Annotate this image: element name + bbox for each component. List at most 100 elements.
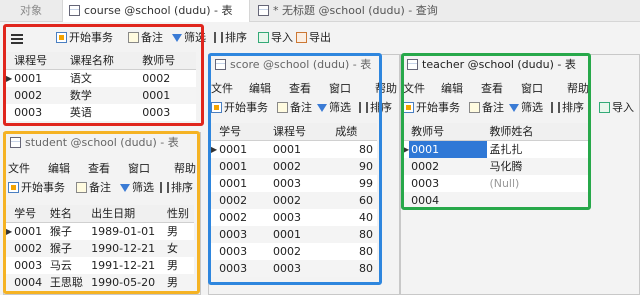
column-header[interactable]: 学号	[217, 123, 271, 141]
sort-button[interactable]: 排序	[359, 99, 392, 117]
column-header[interactable]: 成绩	[333, 123, 377, 141]
cell[interactable]: 0003	[12, 257, 48, 274]
cell[interactable]: 0001	[217, 175, 271, 192]
tab-objects[interactable]: 对象	[0, 0, 62, 22]
cell[interactable]: 0003	[271, 209, 333, 226]
filter-button[interactable]: 筛选	[172, 29, 206, 47]
cell[interactable]: 0003	[270, 260, 334, 277]
cell[interactable]: 0002	[217, 192, 271, 209]
menu-view[interactable]: 查看	[481, 81, 503, 97]
filter-button[interactable]: 筛选	[317, 99, 351, 117]
cell[interactable]: 男	[165, 257, 194, 274]
cell[interactable]: 语文	[68, 70, 140, 88]
menu-help[interactable]: 帮助	[174, 161, 196, 177]
cell[interactable]	[487, 192, 589, 209]
cell[interactable]: 60	[333, 192, 377, 209]
cell[interactable]: 80	[333, 243, 377, 260]
cell[interactable]: 马化腾	[487, 158, 589, 175]
import-button[interactable]: 导入	[599, 99, 634, 117]
menu-edit[interactable]: 编辑	[48, 161, 70, 177]
begin-transaction-button[interactable]: 开始事务	[211, 99, 268, 117]
column-header[interactable]: 课程名称	[67, 52, 141, 70]
sort-button[interactable]: 排序	[214, 29, 247, 47]
column-header[interactable]: 性别	[164, 205, 194, 223]
cell[interactable]: 0002	[217, 209, 271, 226]
menu-window[interactable]: 窗口	[329, 81, 351, 97]
cell[interactable]: 0003	[217, 243, 271, 260]
cell[interactable]: 男	[165, 223, 194, 241]
column-header[interactable]: 姓名	[47, 205, 90, 223]
note-button[interactable]: 备注	[277, 99, 312, 117]
begin-transaction-button[interactable]: 开始事务	[56, 29, 113, 47]
cell[interactable]: 90	[333, 158, 377, 175]
cell[interactable]: 0001	[270, 226, 334, 243]
cell[interactable]: 男	[164, 274, 194, 291]
null-cell[interactable]: (Null)	[487, 175, 589, 192]
cell[interactable]: 数学	[67, 87, 141, 104]
cell[interactable]: 0004	[409, 192, 488, 209]
begin-transaction-button[interactable]: 开始事务	[403, 99, 460, 117]
cell[interactable]: 1990-05-20	[89, 274, 165, 291]
cell[interactable]: 1991-12-21	[89, 257, 165, 274]
column-header[interactable]: 教师号	[409, 123, 488, 141]
note-button[interactable]: 备注	[469, 99, 504, 117]
cell[interactable]: 猴子	[47, 240, 90, 257]
cell[interactable]: 80	[333, 260, 377, 277]
cell[interactable]: 王思聪	[47, 274, 90, 291]
table-row[interactable]: 0002 数学 0001	[6, 87, 196, 104]
selected-cell[interactable]: 0001	[409, 140, 488, 158]
column-header[interactable]: 教师姓名	[487, 123, 589, 141]
cell[interactable]: 0003	[217, 226, 271, 243]
table-row[interactable]: 0002 猴子 1990-12-21 女	[6, 240, 194, 257]
cell[interactable]: 80	[333, 141, 377, 159]
cell[interactable]: 80	[333, 226, 377, 243]
menu-file[interactable]: 文件	[8, 161, 30, 177]
sort-button[interactable]: 排序	[551, 99, 584, 117]
column-header[interactable]: 课程号	[12, 52, 68, 70]
table-row[interactable]: 0003 0002 80	[211, 243, 377, 260]
cell[interactable]: 0003	[12, 104, 68, 121]
cell[interactable]: 1989-01-01	[89, 223, 165, 241]
cell[interactable]: 0002	[271, 243, 333, 260]
cell[interactable]: 40	[333, 209, 377, 226]
filter-button[interactable]: 筛选	[120, 179, 154, 197]
table-row[interactable]: 0002 马化腾	[403, 158, 589, 175]
cell[interactable]: 0003	[140, 104, 196, 121]
cell[interactable]: 0002	[140, 70, 196, 88]
table-row[interactable]: 0004 王思聪 1990-05-20 男	[6, 274, 194, 291]
cell[interactable]: 0001	[271, 141, 333, 159]
note-button[interactable]: 备注	[76, 179, 111, 197]
table-row[interactable]: 0003 (Null)	[403, 175, 589, 192]
table-row[interactable]: 0004	[403, 192, 589, 209]
cell[interactable]: 0002	[12, 87, 68, 104]
note-button[interactable]: 备注	[128, 29, 163, 47]
cell[interactable]: 0001	[217, 158, 271, 175]
table-row[interactable]: ▶ 0001 语文 0002	[6, 70, 196, 88]
cell[interactable]: 孟扎扎	[487, 141, 589, 159]
cell[interactable]: 99	[333, 175, 377, 192]
menu-help[interactable]: 帮助	[567, 81, 589, 97]
sort-button[interactable]: 排序	[160, 179, 193, 197]
table-row[interactable]: 0003 马云 1991-12-21 男	[6, 257, 194, 274]
menu-view[interactable]: 查看	[88, 161, 110, 177]
cell[interactable]: 0001	[217, 141, 271, 159]
column-header[interactable]: 教师号	[140, 52, 196, 70]
cell[interactable]: 0001	[12, 223, 48, 241]
menu-view[interactable]: 查看	[289, 81, 311, 97]
cell[interactable]: 0001	[140, 87, 196, 104]
tab-untitled-query[interactable]: * 无标题 @school (dudu) - 查询	[252, 0, 452, 22]
cell[interactable]: 0003	[409, 175, 487, 192]
column-header[interactable]: 出生日期	[89, 205, 165, 223]
table-row[interactable]: 0001 0002 90	[211, 158, 377, 175]
menu-file[interactable]: 文件	[403, 81, 425, 97]
table-row[interactable]: 0002 0002 60	[211, 192, 377, 209]
begin-transaction-button[interactable]: 开始事务	[8, 179, 65, 197]
cell[interactable]: 0004	[12, 274, 48, 291]
column-header[interactable]: 课程号	[270, 123, 334, 141]
cell[interactable]: 英语	[68, 104, 140, 121]
cell[interactable]: 0002	[12, 240, 48, 257]
cell[interactable]: 猴子	[48, 223, 89, 241]
table-row[interactable]: 0003 0001 80	[211, 226, 377, 243]
table-row[interactable]: ▶ 0001 0001 80	[211, 141, 377, 159]
import-button[interactable]: 导入	[258, 29, 293, 47]
